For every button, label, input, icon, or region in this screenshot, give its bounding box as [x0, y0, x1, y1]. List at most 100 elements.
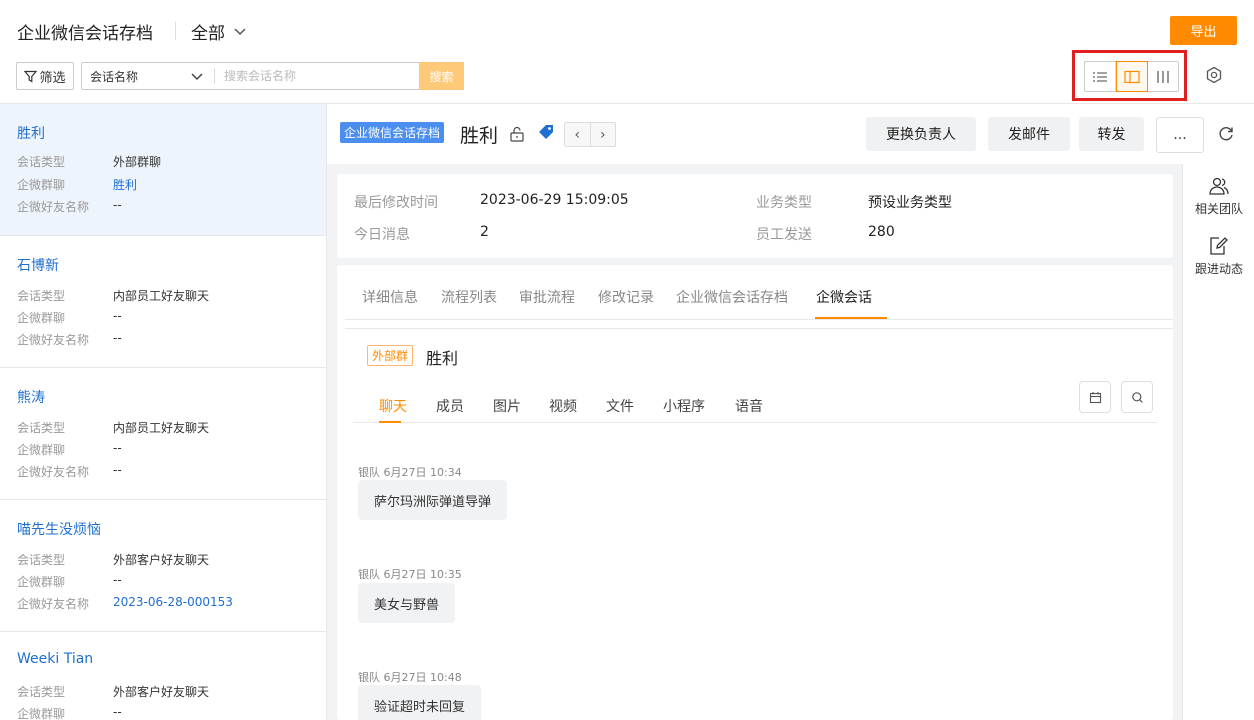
prev-record-button[interactable]: ‹ — [565, 123, 591, 146]
item-type-row: 会话类型 外部群聊 — [17, 153, 161, 170]
tag-icon[interactable] — [537, 124, 555, 142]
gear-icon — [1206, 66, 1222, 84]
item-title[interactable]: Weeki Tian — [17, 651, 93, 667]
settings-button[interactable] — [1203, 64, 1225, 86]
chevron-down-icon — [191, 72, 203, 80]
tab-approval[interactable]: 审批流程 — [519, 287, 575, 307]
active-subtab-underline — [379, 421, 401, 423]
item-friend-row: 企微好友名称 -- — [17, 331, 122, 348]
filter-label: 筛选 — [39, 70, 66, 86]
list-item[interactable]: 熊涛 会话类型 内部员工好友聊天 企微群聊 -- 企微好友名称 -- — [0, 368, 326, 500]
filter-button[interactable]: 筛选 — [16, 62, 74, 90]
item-type-row: 会话类型 内部员工好友聊天 — [17, 419, 209, 436]
calendar-icon — [1089, 391, 1101, 403]
group-label: 企微群聊 — [17, 178, 66, 192]
group-link[interactable]: 胜利 — [113, 176, 137, 193]
type-label: 会话类型 — [17, 421, 66, 435]
friend-label: 企微好友名称 — [17, 597, 90, 611]
modified-value: 2023-06-29 15:09:05 — [480, 192, 629, 208]
subtab-miniprogram[interactable]: 小程序 — [663, 396, 705, 416]
tabs-divider — [345, 328, 1173, 329]
scope-dropdown[interactable]: 全部 — [191, 19, 247, 44]
message-meta: 银队 6月27日 10:48 — [358, 671, 462, 684]
friend-label: 企微好友名称 — [17, 465, 90, 479]
subtab-files[interactable]: 文件 — [606, 396, 634, 416]
search-input[interactable] — [215, 63, 419, 89]
list-item[interactable]: 石博新 会话类型 内部员工好友聊天 企微群聊 -- 企微好友名称 -- — [0, 236, 326, 368]
item-title[interactable]: 石博新 — [17, 255, 59, 275]
top-header: 企业微信会话存档 全部 导出 筛选 会话名称 搜索 — [0, 0, 1254, 104]
chat-search-button[interactable] — [1121, 381, 1153, 413]
date-filter-button[interactable] — [1079, 381, 1111, 413]
staff-sent-value: 280 — [868, 224, 895, 240]
detail-title: 胜利 — [460, 125, 499, 147]
item-type-row: 会话类型 内部员工好友聊天 — [17, 287, 209, 304]
item-group-row: 企微群聊 -- — [17, 309, 122, 326]
message-bubble: 萨尔玛洲际弹道导弹 — [358, 480, 508, 520]
group-label: 企微群聊 — [17, 575, 66, 589]
related-team-button[interactable]: 相关团队 — [1183, 176, 1254, 217]
item-group-row: 企微群聊 胜利 — [17, 176, 137, 193]
today-msg-label: 今日消息 — [354, 227, 410, 243]
group-type-tag: 外部群 — [367, 345, 414, 366]
view-switch-highlight — [1072, 50, 1187, 101]
detail-panel: 企业微信会话存档 胜利 ‹ › 更换负责人 发邮件 转发 ... 最后修改时间 … — [327, 104, 1254, 720]
page-title: 企业微信会话存档 — [17, 24, 153, 44]
funnel-icon — [24, 70, 38, 83]
subtab-videos[interactable]: 视频 — [549, 396, 577, 416]
right-sidebar: 相关团队 跟进动态 — [1182, 164, 1254, 720]
edit-note-icon — [1210, 237, 1228, 255]
send-mail-button[interactable]: 发邮件 — [988, 117, 1070, 151]
tab-archive[interactable]: 企业微信会话存档 — [676, 287, 788, 307]
list-item[interactable]: 喵先生没烦恼 会话类型 外部客户好友聊天 企微群聊 -- 企微好友名称 2023-06… — [0, 500, 326, 632]
record-nav: ‹ › — [564, 122, 616, 147]
group-label: 企微群聊 — [17, 707, 66, 720]
type-value: 内部员工好友聊天 — [113, 421, 210, 435]
scope-label: 全部 — [191, 24, 225, 44]
list-item[interactable]: 胜利 会话类型 外部群聊 企微群聊 胜利 企微好友名称 -- — [0, 104, 326, 236]
active-tab-underline — [815, 317, 887, 319]
search-field-label: 会话名称 — [90, 69, 139, 84]
search-field-select[interactable]: 会话名称 — [82, 63, 214, 89]
team-icon — [1209, 177, 1229, 195]
object-type-tag: 企业微信会话存档 — [340, 122, 445, 143]
friend-value: -- — [113, 463, 122, 477]
item-title[interactable]: 熊涛 — [17, 387, 45, 407]
detail-header: 企业微信会话存档 胜利 ‹ › 更换负责人 发邮件 转发 ... — [327, 104, 1254, 164]
refresh-icon[interactable] — [1216, 124, 1236, 144]
friend-link[interactable]: 2023-06-28-000153 — [113, 595, 233, 609]
biz-type-label: 业务类型 — [756, 195, 812, 211]
next-record-button[interactable]: › — [591, 123, 616, 146]
subtab-members[interactable]: 成员 — [436, 396, 464, 416]
subtab-chat[interactable]: 聊天 — [379, 396, 407, 416]
export-button[interactable]: 导出 — [1170, 16, 1237, 45]
friend-value: -- — [113, 198, 122, 212]
forward-button[interactable]: 转发 — [1079, 117, 1144, 151]
staff-sent-label: 员工发送 — [756, 227, 812, 243]
unlock-icon[interactable] — [509, 126, 525, 142]
item-title[interactable]: 喵先生没烦恼 — [17, 519, 101, 539]
friend-label: 企微好友名称 — [17, 200, 90, 214]
type-value: 外部客户好友聊天 — [113, 553, 210, 567]
type-label: 会话类型 — [17, 685, 66, 699]
item-title[interactable]: 胜利 — [17, 123, 45, 143]
tab-process-list[interactable]: 流程列表 — [441, 287, 497, 307]
message-meta: 银队 6月27日 10:35 — [358, 568, 462, 581]
followup-button[interactable]: 跟进动态 — [1183, 236, 1254, 277]
item-friend-row: 企微好友名称 -- — [17, 198, 122, 215]
more-button[interactable]: ... — [1156, 117, 1204, 153]
tab-details[interactable]: 详细信息 — [362, 287, 418, 307]
tab-history[interactable]: 修改记录 — [598, 287, 654, 307]
subtab-voice[interactable]: 语音 — [735, 396, 763, 416]
group-value: -- — [113, 573, 122, 587]
change-owner-button[interactable]: 更换负责人 — [866, 117, 976, 151]
followup-label: 跟进动态 — [1194, 262, 1243, 276]
search-button[interactable]: 搜索 — [419, 62, 464, 90]
message-meta: 银队 6月27日 10:34 — [358, 466, 462, 479]
group-name: 胜利 — [426, 349, 459, 368]
type-label: 会话类型 — [17, 553, 66, 567]
tab-wecom-chat[interactable]: 企微会话 — [816, 287, 872, 307]
list-item[interactable]: Weeki Tian 会话类型 外部客户好友聊天 企微群聊 -- — [0, 632, 326, 720]
subtab-images[interactable]: 图片 — [493, 396, 521, 416]
modified-label: 最后修改时间 — [354, 195, 438, 211]
